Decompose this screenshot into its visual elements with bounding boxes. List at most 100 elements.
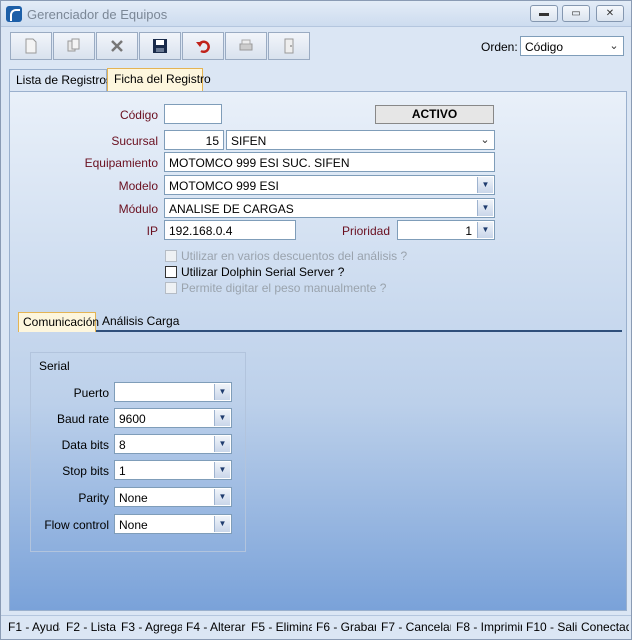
sucursal-value: SIFEN (231, 134, 267, 148)
sucursal-select[interactable]: SIFEN ⌄ (226, 130, 495, 150)
dropdown-arrow-icon: ▼ (214, 462, 230, 478)
dropdown-arrow-icon: ▼ (214, 489, 230, 505)
parity-select[interactable]: None ▼ (114, 487, 232, 507)
serial-group: Serial Puerto ▼ Baud rate 9600 ▼ Data bi… (30, 352, 246, 552)
checkbox-box (165, 250, 177, 262)
baud-rate-label: Baud rate (56, 412, 109, 426)
prioridad-select[interactable]: 1 ▼ (397, 220, 495, 240)
save-button[interactable] (139, 32, 181, 60)
undo-button[interactable] (182, 32, 224, 60)
puerto-select[interactable]: ▼ (114, 382, 232, 402)
tab-lista-registros[interactable]: Lista de Registros (9, 69, 112, 91)
codigo-input[interactable] (164, 104, 222, 124)
status-badge: ACTIVO (375, 105, 494, 124)
dropdown-arrow-icon: ▼ (477, 200, 493, 216)
new-document-icon (25, 38, 37, 54)
exit-button[interactable] (268, 32, 310, 60)
maximize-button[interactable]: ▭ (562, 5, 590, 22)
f7-cancel[interactable]: F7 - Cancelar (381, 620, 451, 634)
flow-control-label: Flow control (44, 518, 109, 532)
chk-peso-manual[interactable]: Permite digitar el peso manualmente ? (165, 281, 386, 295)
prioridad-value: 1 (465, 224, 472, 238)
equipamiento-input[interactable]: MOTOMCO 999 ESI SUC. SIFEN (164, 152, 495, 172)
ip-label: IP (146, 224, 158, 238)
sucursal-number-input[interactable]: 15 (164, 130, 224, 150)
data-bits-select[interactable]: 8 ▼ (114, 434, 232, 454)
tab-comunicacion[interactable]: Comunicación (18, 312, 99, 332)
chevron-down-icon: ⌄ (606, 38, 622, 54)
checkbox-box (165, 266, 177, 278)
stop-bits-label: Stop bits (62, 464, 109, 478)
delete-button[interactable] (96, 32, 138, 60)
puerto-label: Puerto (73, 386, 109, 400)
stop-bits-value: 1 (119, 464, 126, 478)
dropdown-arrow-icon: ▼ (214, 410, 230, 426)
function-key-bar: F1 - Ayuda F2 - Lista F3 - Agregar F4 - … (1, 615, 631, 639)
f6-save[interactable]: F6 - Grabar (316, 620, 376, 634)
f4-edit[interactable]: F4 - Alterar (186, 620, 246, 634)
copy-button[interactable] (53, 32, 95, 60)
parity-value: None (119, 491, 148, 505)
tab-ficha-registro[interactable]: Ficha del Registro (107, 68, 211, 91)
modelo-value: MOTOMCO 999 ESI (169, 179, 279, 193)
orden-value: Código (525, 40, 564, 54)
chk-peso-manual-label: Permite digitar el peso manualmente ? (181, 281, 387, 295)
flow-control-value: None (119, 518, 148, 532)
chk-varios-descuentos-label: Utilizar en varios descuentos del anális… (181, 249, 408, 263)
print-button[interactable] (225, 32, 267, 60)
undo-arrow-icon (196, 40, 210, 53)
dropdown-arrow-icon: ▼ (214, 384, 230, 400)
f10-exit[interactable]: F10 - Salir (526, 620, 577, 634)
data-bits-value: 8 (119, 438, 126, 452)
app-icon (6, 6, 22, 22)
dropdown-arrow-icon: ▼ (214, 516, 230, 532)
orden-select[interactable]: Código ⌄ (520, 36, 624, 56)
tab-analisis-carga[interactable]: Análisis Carga (98, 312, 183, 332)
new-button[interactable] (10, 32, 52, 60)
dropdown-arrow-icon: ▼ (477, 222, 493, 238)
ip-input[interactable]: 192.168.0.4 (164, 220, 296, 240)
window-title: Gerenciador de Equipos (27, 7, 168, 22)
modulo-select[interactable]: ANALISE DE CARGAS ▼ (164, 198, 495, 218)
orden-label: Orden: (481, 40, 518, 54)
title-bar: Gerenciador de Equipos ▬ ▭ ✕ (1, 1, 631, 27)
codigo-label: Código (119, 108, 158, 122)
toolbar: Orden: Código ⌄ (4, 31, 630, 63)
sucursal-label: Sucursal (111, 134, 158, 148)
minimize-button[interactable]: ▬ (530, 5, 558, 22)
chk-varios-descuentos[interactable]: Utilizar en varios descuentos del anális… (165, 249, 407, 263)
printer-icon (239, 39, 253, 51)
serial-group-title: Serial (39, 359, 70, 373)
modelo-select[interactable]: MOTOMCO 999 ESI ▼ (164, 175, 495, 195)
baud-rate-select[interactable]: 9600 ▼ (114, 408, 232, 428)
f2-list[interactable]: F2 - Lista (66, 620, 116, 634)
modulo-label: Módulo (118, 202, 158, 216)
dropdown-arrow-icon: ▼ (477, 177, 493, 193)
checkbox-box (165, 282, 177, 294)
connection-status: Conectado (581, 620, 629, 634)
delete-x-icon (111, 40, 123, 52)
modulo-value: ANALISE DE CARGAS (169, 202, 294, 216)
flow-control-select[interactable]: None ▼ (114, 514, 232, 534)
equipamiento-label: Equipamiento (84, 156, 158, 170)
f8-print[interactable]: F8 - Imprimir (456, 620, 522, 634)
f5-delete[interactable]: F5 - Eliminar (251, 620, 312, 634)
close-button[interactable]: ✕ (596, 5, 624, 22)
parity-label: Parity (78, 491, 109, 505)
data-bits-label: Data bits (61, 438, 109, 452)
chk-dolphin-serial[interactable]: Utilizar Dolphin Serial Server ? (165, 265, 344, 279)
save-disk-icon (153, 39, 167, 53)
f3-add[interactable]: F3 - Agregar (121, 620, 182, 634)
copy-icon (67, 38, 80, 52)
modelo-label: Modelo (118, 179, 158, 193)
main-window: Gerenciador de Equipos ▬ ▭ ✕ Orden: Códi… (0, 0, 632, 640)
stop-bits-select[interactable]: 1 ▼ (114, 460, 232, 480)
sub-tabs: Comunicación Análisis Carga (18, 310, 622, 332)
chevron-down-icon: ⌄ (477, 132, 493, 148)
record-panel: Código ACTIVO Sucursal 15 SIFEN ⌄ Equipa… (9, 91, 627, 611)
chk-dolphin-serial-label: Utilizar Dolphin Serial Server ? (181, 265, 345, 279)
door-icon (284, 38, 294, 54)
prioridad-label: Prioridad (341, 224, 390, 238)
f1-help[interactable]: F1 - Ayuda (8, 620, 60, 634)
dropdown-arrow-icon: ▼ (214, 436, 230, 452)
